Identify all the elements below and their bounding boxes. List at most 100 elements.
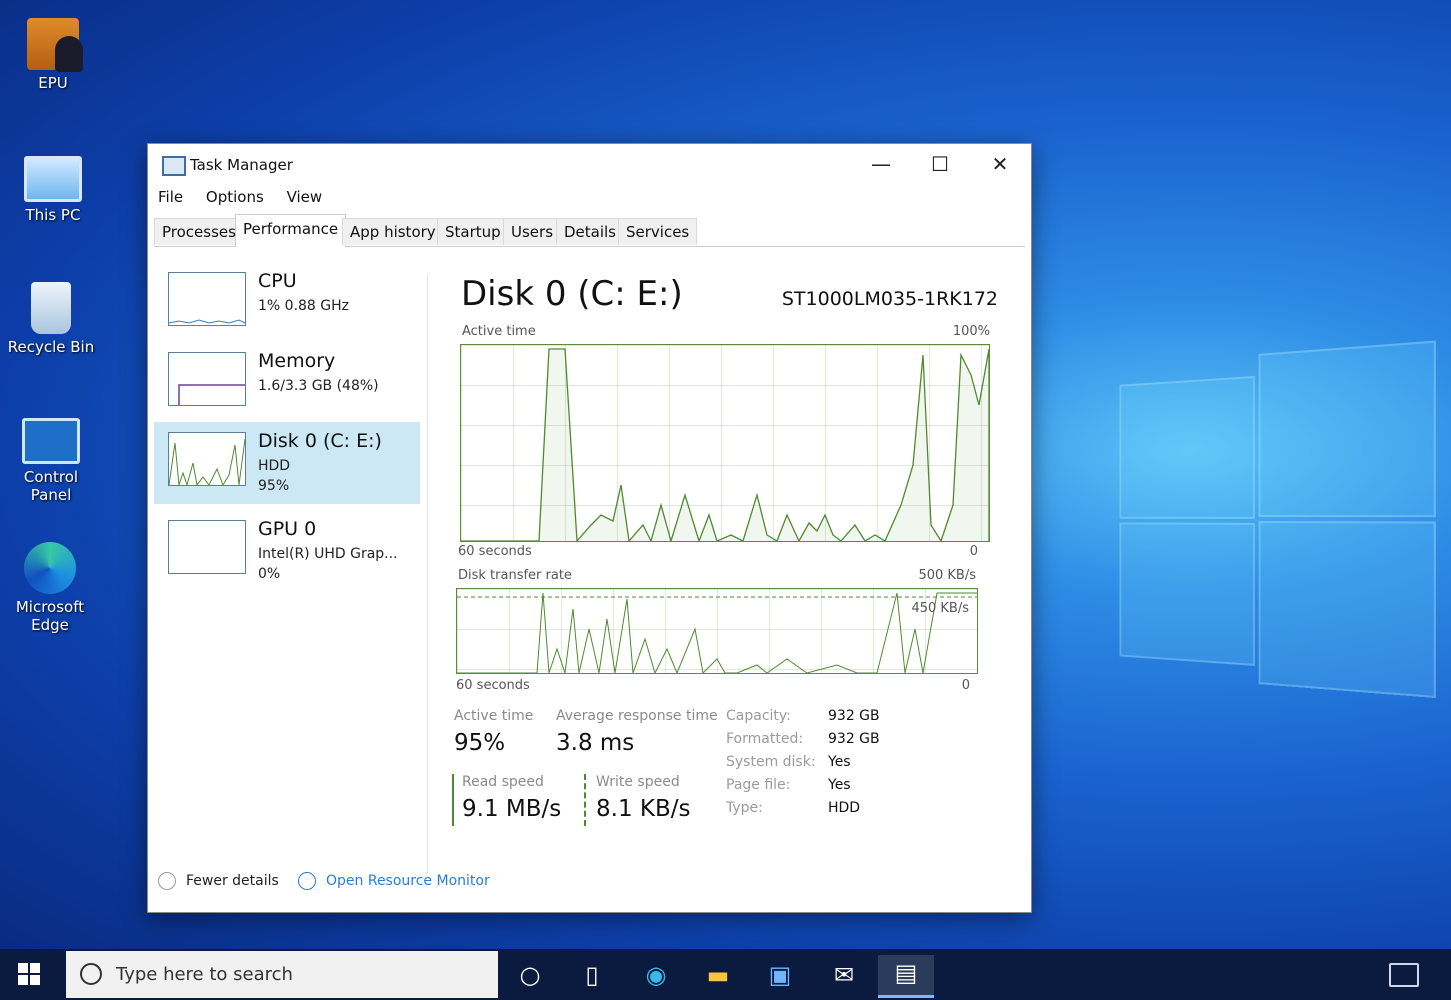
stat-read-speed-label: Read speed	[462, 774, 544, 790]
fewer-details-button[interactable]: Fewer details	[158, 872, 298, 890]
stat-avg-response-label: Average response time	[556, 708, 718, 724]
tab-services[interactable]: Services	[618, 218, 698, 245]
sidebar-item-usage: 0%	[258, 566, 281, 582]
sidebar-item-detail: 1.6/3.3 GB (48%)	[258, 378, 379, 394]
desktop-icon-label: Recycle Bin	[7, 338, 95, 356]
title-bar[interactable]: Task Manager — ☐ ✕	[148, 144, 1031, 184]
file-explorer-icon[interactable]: ▬	[698, 957, 738, 993]
graph-time-span: 60 seconds	[456, 678, 530, 693]
search-icon	[80, 963, 102, 985]
stat-active-time-label: Active time	[454, 708, 534, 724]
open-resource-monitor-label: Open Resource Monitor	[326, 873, 490, 889]
tab-app-history[interactable]: App history	[342, 218, 444, 245]
prop-system-disk-value: Yes	[828, 754, 851, 770]
disk-thumbnail-graph	[168, 432, 246, 487]
tab-performance[interactable]: Performance	[235, 214, 347, 247]
prop-capacity-value: 932 GB	[828, 708, 880, 724]
edge-taskbar-icon[interactable]: ◉	[636, 957, 676, 993]
edge-icon	[24, 542, 76, 594]
chevron-up-icon	[158, 872, 176, 890]
prop-type-value: HDD	[828, 800, 861, 816]
stat-write-speed-label: Write speed	[596, 774, 680, 790]
tab-startup[interactable]: Startup	[437, 218, 509, 245]
sidebar-item-gpu-0[interactable]: GPU 0 Intel(R) UHD Grap... 0%	[154, 510, 420, 590]
desktop-icon-edge[interactable]: Microsoft Edge	[3, 542, 97, 634]
stat-avg-response-value: 3.8 ms	[556, 730, 635, 756]
sidebar-divider	[427, 274, 428, 874]
task-manager-window: Task Manager — ☐ ✕ File Options View Pro…	[147, 143, 1032, 913]
resource-monitor-icon	[298, 872, 316, 890]
graph-time-span: 60 seconds	[458, 544, 532, 559]
transfer-rate-graph-label: Disk transfer rate	[458, 568, 572, 583]
stat-active-time-value: 95%	[454, 730, 506, 756]
taskbar-search-box[interactable]: Type here to search	[66, 951, 498, 998]
desktop-icon-label: Control Panel	[23, 468, 79, 504]
performance-sidebar: CPU 1% 0.88 GHz Memory 1.6/3.3 GB (48%) …	[154, 262, 422, 882]
desktop-icon-this-pc[interactable]: This PC	[5, 150, 101, 224]
sidebar-item-label: Disk 0 (C: E:)	[258, 430, 382, 452]
mail-icon[interactable]: ✉	[824, 957, 864, 993]
prop-formatted-value: 932 GB	[828, 731, 880, 747]
desktop-icon-label: Microsoft Edge	[15, 598, 85, 634]
menu-options[interactable]: Options	[206, 188, 264, 206]
action-center-icon[interactable]	[1389, 963, 1419, 987]
open-resource-monitor-link[interactable]: Open Resource Monitor	[298, 872, 518, 890]
stat-read-speed-value: 9.1 MB/s	[462, 796, 562, 822]
task-manager-taskbar-icon[interactable]: ▤	[878, 955, 934, 998]
desktop-icon-epu[interactable]: EPU	[5, 18, 101, 92]
transfer-rate-scale-line: 450 KB/s	[911, 601, 969, 616]
write-speed-legend-bar	[584, 774, 586, 826]
microsoft-store-icon[interactable]: ▣	[760, 957, 800, 993]
computer-icon	[24, 156, 82, 202]
graph-min: 0	[961, 678, 970, 693]
maximize-button[interactable]: ☐	[915, 148, 965, 180]
menu-file[interactable]: File	[158, 188, 183, 206]
taskbar: Type here to search ○ ▯ ◉ ▬ ▣ ✉ ▤	[0, 949, 1451, 1000]
task-manager-app-icon	[162, 156, 186, 176]
page-title: Disk 0 (C: E:)	[461, 274, 683, 314]
task-view-icon[interactable]: ▯	[572, 957, 612, 993]
cpu-thumbnail-graph	[168, 272, 246, 326]
sidebar-item-usage: 95%	[258, 478, 290, 494]
cortana-icon[interactable]: ○	[510, 957, 550, 993]
sidebar-item-cpu[interactable]: CPU 1% 0.88 GHz	[154, 262, 420, 342]
tab-processes[interactable]: Processes	[154, 218, 244, 245]
desktop-icon-label: EPU	[38, 74, 68, 92]
sidebar-item-disk-0[interactable]: Disk 0 (C: E:) HDD 95%	[154, 422, 420, 504]
prop-page-file-value: Yes	[828, 777, 851, 793]
prop-type-label: Type:	[726, 800, 763, 816]
sidebar-item-memory[interactable]: Memory 1.6/3.3 GB (48%)	[154, 342, 420, 422]
sidebar-item-label: GPU 0	[258, 518, 317, 540]
transfer-rate-graph-line	[457, 592, 977, 673]
transfer-rate-graph: 450 KB/s	[456, 588, 978, 674]
menu-bar: File Options View	[158, 188, 340, 206]
active-time-graph-max: 100%	[952, 324, 990, 339]
minimize-button[interactable]: —	[856, 148, 906, 180]
read-speed-legend-bar	[452, 774, 454, 826]
prop-formatted-label: Formatted:	[726, 731, 804, 747]
sidebar-item-label: Memory	[258, 350, 336, 372]
search-placeholder: Type here to search	[116, 964, 293, 985]
active-time-graph	[460, 344, 990, 542]
folder-user-icon	[27, 18, 83, 72]
memory-thumbnail-graph	[168, 352, 246, 406]
windows-logo-wallpaper	[1119, 331, 1445, 699]
desktop-icon-recycle-bin[interactable]: Recycle Bin	[3, 282, 99, 356]
sidebar-item-label: CPU	[258, 270, 297, 292]
close-button[interactable]: ✕	[975, 148, 1025, 180]
prop-capacity-label: Capacity:	[726, 708, 791, 724]
graph-min: 0	[969, 544, 978, 559]
tab-details[interactable]: Details	[556, 218, 625, 245]
stat-write-speed-value: 8.1 KB/s	[596, 796, 691, 822]
desktop-icon-control-panel[interactable]: Control Panel	[4, 418, 98, 504]
sidebar-item-detail: HDD	[258, 458, 291, 474]
start-button[interactable]	[18, 963, 40, 985]
window-title: Task Manager	[190, 156, 293, 174]
active-time-graph-line	[461, 348, 989, 541]
menu-view[interactable]: View	[287, 188, 323, 206]
active-time-graph-label: Active time	[462, 324, 536, 339]
tab-users[interactable]: Users	[503, 218, 562, 245]
tab-strip: Processes Performance App history Startu…	[154, 214, 1025, 247]
gpu-thumbnail-graph	[168, 520, 246, 574]
control-panel-icon	[22, 418, 80, 464]
